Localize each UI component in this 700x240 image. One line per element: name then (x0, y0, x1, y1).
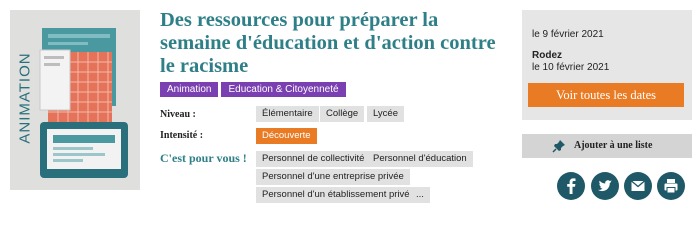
niveau-college: Collège (320, 106, 365, 122)
audience-collectivite: Personnel de collectivité (256, 151, 371, 167)
niveau-lycee: Lycée (367, 106, 404, 122)
email-icon[interactable] (624, 172, 652, 200)
niveau-elementaire: Élémentaire (256, 106, 319, 122)
print-icon[interactable] (657, 172, 685, 200)
audience-etablissement-prive: Personnel d'un établissement privé (256, 187, 416, 203)
pour-vous-label: C'est pour vous ! (160, 151, 247, 165)
pin-icon (552, 140, 565, 153)
add-to-list-button[interactable]: Ajouter à une liste (522, 134, 692, 158)
facebook-icon[interactable] (557, 172, 585, 200)
date-city: Rodez (532, 50, 562, 61)
event-title[interactable]: Des ressources pour préparer la semaine … (160, 9, 510, 78)
audience-entreprise-privee: Personnel d'une entreprise privée (256, 169, 410, 185)
niveau-label: Niveau : (160, 109, 196, 120)
dates-panel: le 9 février 2021 Rodez le 10 février 20… (522, 10, 692, 120)
add-to-list-label: Ajouter à une liste (574, 140, 653, 151)
tag-animation[interactable]: Animation (160, 82, 219, 97)
twitter-icon[interactable] (591, 172, 619, 200)
audience-education: Personnel d'éducation (367, 151, 473, 167)
see-all-dates-button[interactable]: Voir toutes les dates (528, 83, 684, 107)
intensite-label: Intensité : (160, 130, 204, 141)
event-thumbnail[interactable]: ANIMATION (10, 10, 140, 190)
date-first: le 9 février 2021 (532, 29, 604, 40)
tag-education-citoyennete[interactable]: Education & Citoyenneté (221, 82, 346, 97)
laptop-illustration-icon (39, 28, 128, 178)
audience-more[interactable]: ... (410, 187, 430, 203)
intensite-badge: Découverte (256, 128, 317, 144)
date-second: le 10 février 2021 (532, 62, 610, 73)
tag-list: Animation Education & Citoyenneté (160, 82, 346, 97)
